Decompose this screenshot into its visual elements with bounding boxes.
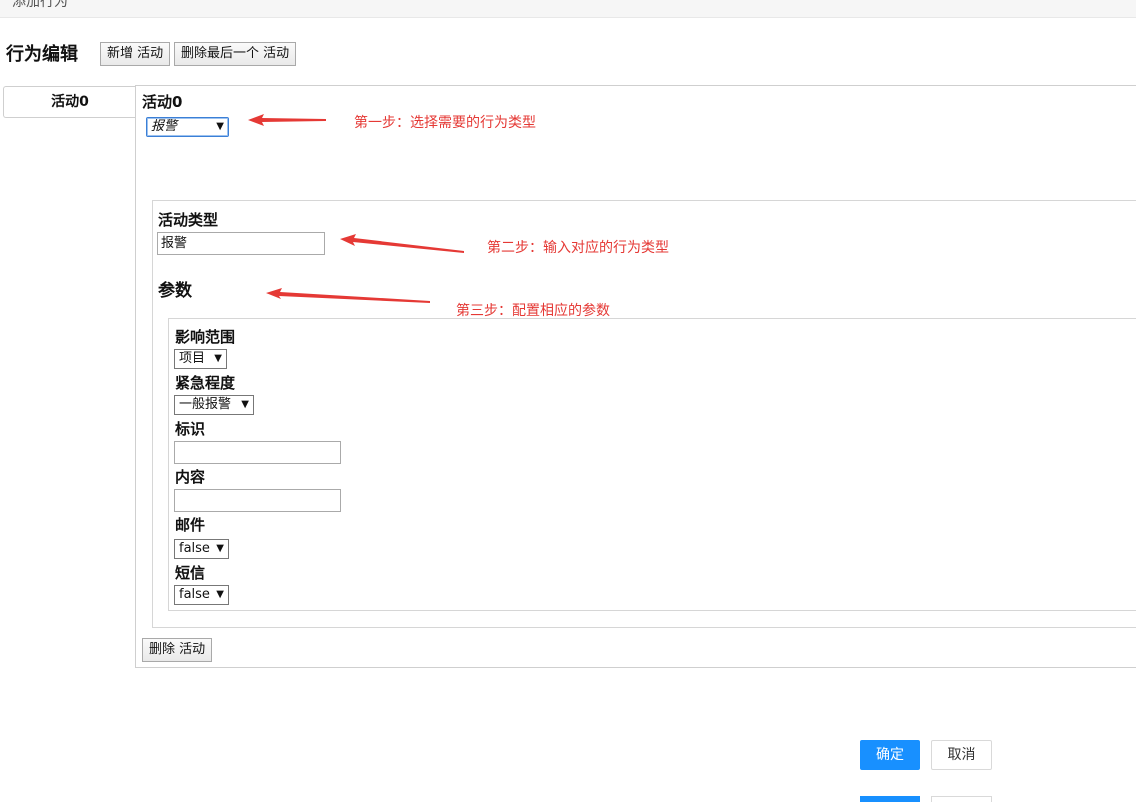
sms-select[interactable]: false ▼ (174, 585, 229, 605)
arrow-left-icon (248, 114, 326, 126)
arrow-left-icon (340, 234, 464, 253)
chevron-down-icon: ▼ (214, 353, 222, 364)
add-activity-button[interactable]: 新增 活动 (100, 42, 171, 66)
scope-label: 影响范围 (175, 328, 236, 346)
dialog-header: 添加行为 (0, 0, 1136, 18)
dialog-title: 添加行为 (12, 0, 68, 10)
cancel-button-ghost (931, 796, 992, 802)
email-select[interactable]: false ▼ (174, 539, 229, 559)
cancel-button[interactable]: 取消 (931, 740, 992, 770)
scope-select-value: 项目 (179, 351, 206, 366)
annotation-step1: 第一步：选择需要的行为类型 (354, 115, 536, 131)
chevron-down-icon: ▼ (216, 589, 224, 600)
params-heading: 参数 (158, 281, 192, 301)
activity-type-select[interactable]: 报警 ▼ (146, 117, 229, 137)
urgency-label: 紧急程度 (175, 374, 236, 392)
confirm-button-ghost (860, 796, 920, 802)
identifier-label: 标识 (175, 420, 206, 438)
urgency-select[interactable]: 一般报警 ▼ (174, 395, 254, 415)
content-input[interactable] (174, 489, 341, 512)
activity-type-label: 活动类型 (158, 211, 219, 229)
urgency-select-value: 一般报警 (179, 397, 232, 412)
chevron-down-icon: ▼ (216, 121, 224, 132)
annotation-step3: 第三步：配置相应的参数 (456, 303, 610, 319)
page-title: 行为编辑 (6, 44, 78, 65)
email-select-value: false (179, 541, 210, 556)
tab-activity-0[interactable]: 活动0 (3, 86, 136, 118)
sms-label: 短信 (175, 564, 206, 582)
chevron-down-icon: ▼ (241, 399, 249, 410)
annotation-step2: 第二步：输入对应的行为类型 (487, 240, 669, 256)
activity-type-select-value: 报警 (151, 119, 178, 134)
arrow-left-icon (266, 288, 430, 303)
identifier-input[interactable] (174, 441, 341, 464)
scope-select[interactable]: 项目 ▼ (174, 349, 227, 369)
email-label: 邮件 (175, 516, 206, 534)
sms-select-value: false (179, 587, 210, 602)
delete-activity-button[interactable]: 删除 活动 (142, 638, 213, 662)
remove-last-activity-button[interactable]: 删除最后一个 活动 (174, 42, 297, 66)
activity-heading: 活动0 (142, 93, 183, 111)
params-panel (168, 318, 1136, 611)
chevron-down-icon: ▼ (216, 543, 224, 554)
activity-type-input[interactable]: 报警 (157, 232, 325, 255)
content-label: 内容 (175, 468, 206, 486)
confirm-button[interactable]: 确定 (860, 740, 920, 770)
